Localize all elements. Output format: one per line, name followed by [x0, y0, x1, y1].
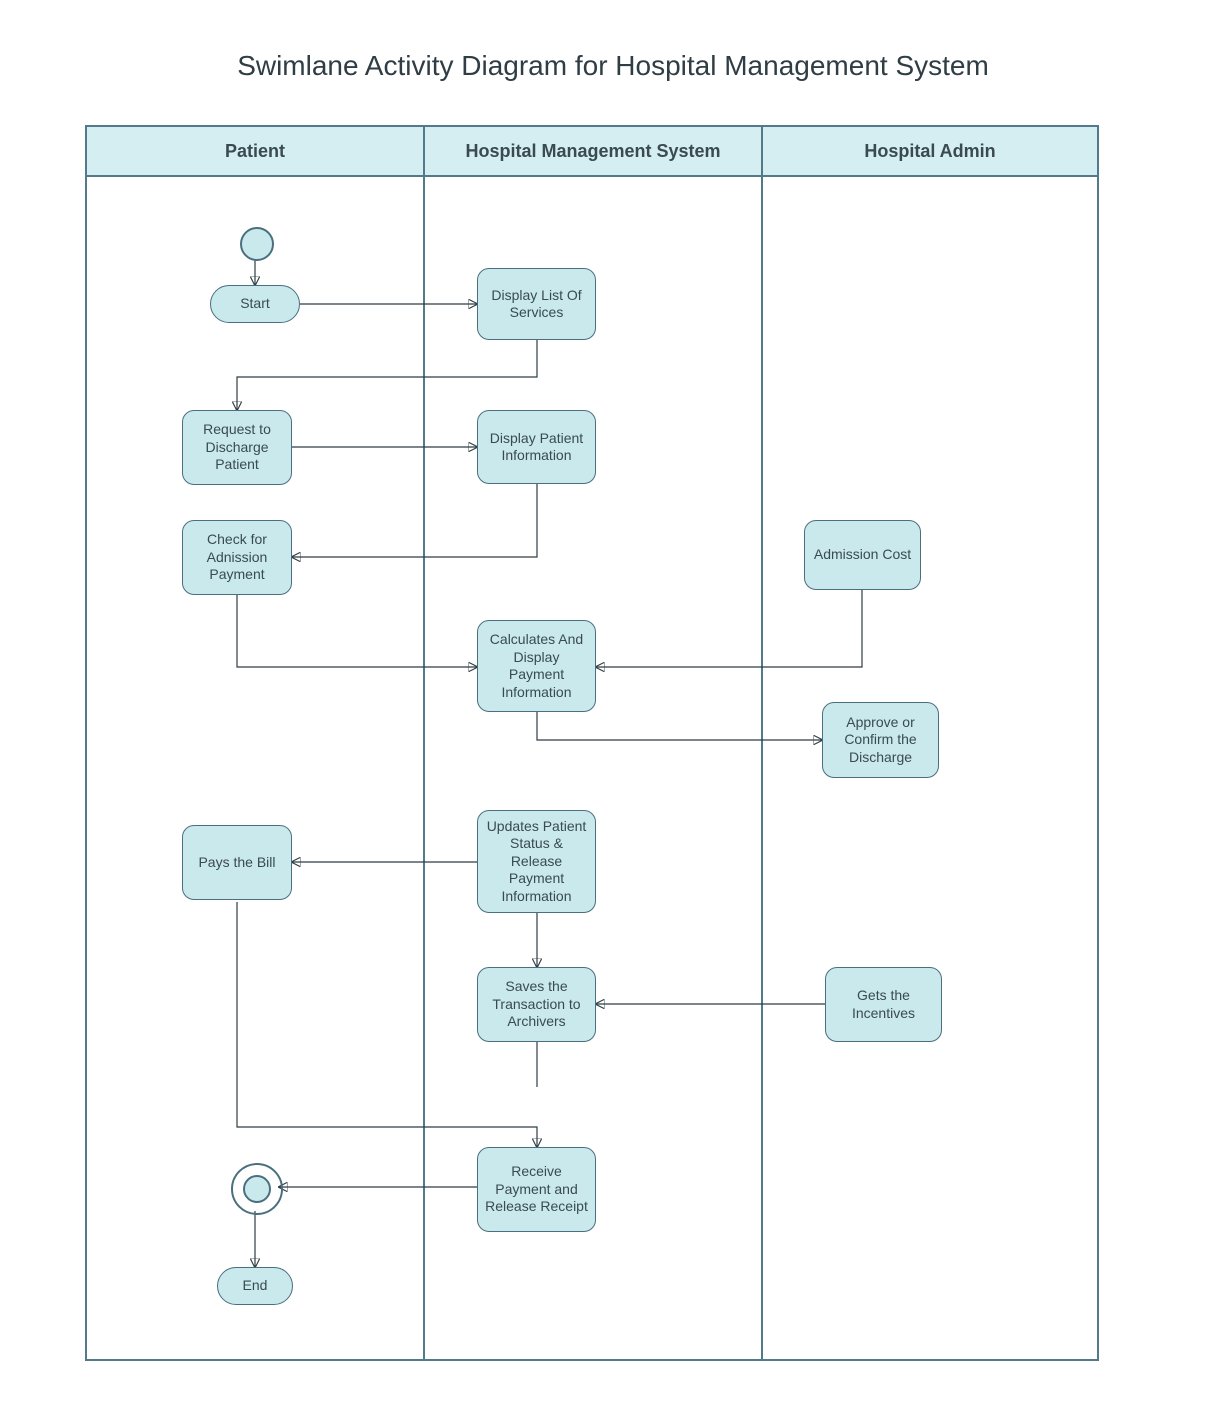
calc-payment-node: Calculates And Display Payment Informati… — [477, 620, 596, 712]
diagram-page: Swimlane Activity Diagram for Hospital M… — [0, 0, 1226, 1424]
receive-payment-node: Receive Payment and Release Receipt — [477, 1147, 596, 1232]
saves-transaction-node: Saves the Transaction to Archivers — [477, 967, 596, 1042]
lane-divider-1 — [423, 175, 425, 1359]
end-node: End — [217, 1267, 293, 1305]
request-discharge-node: Request to Discharge Patient — [182, 410, 292, 485]
start-node: Start — [210, 285, 300, 323]
check-admission-payment-node: Check for Adnission Payment — [182, 520, 292, 595]
lane-header-patient: Patient — [87, 127, 425, 177]
gets-incentives-node: Gets the Incentives — [825, 967, 942, 1042]
lane-header-admin: Hospital Admin — [763, 127, 1097, 177]
swimlane-table: Patient Hospital Management System Hospi… — [85, 125, 1099, 1361]
pays-bill-node: Pays the Bill — [182, 825, 292, 900]
diagram-title: Swimlane Activity Diagram for Hospital M… — [0, 50, 1226, 82]
lane-header-hms: Hospital Management System — [425, 127, 763, 177]
update-status-node: Updates Patient Status & Release Payment… — [477, 810, 596, 913]
lane-divider-2 — [761, 175, 763, 1359]
initial-node-icon — [240, 227, 274, 261]
display-services-node: Display List Of Services — [477, 268, 596, 340]
approve-discharge-node: Approve or Confirm the Discharge — [822, 702, 939, 778]
display-patient-info-node: Display Patient Information — [477, 410, 596, 484]
final-node-inner-icon — [243, 1175, 271, 1203]
admission-cost-node: Admission Cost — [804, 520, 921, 590]
